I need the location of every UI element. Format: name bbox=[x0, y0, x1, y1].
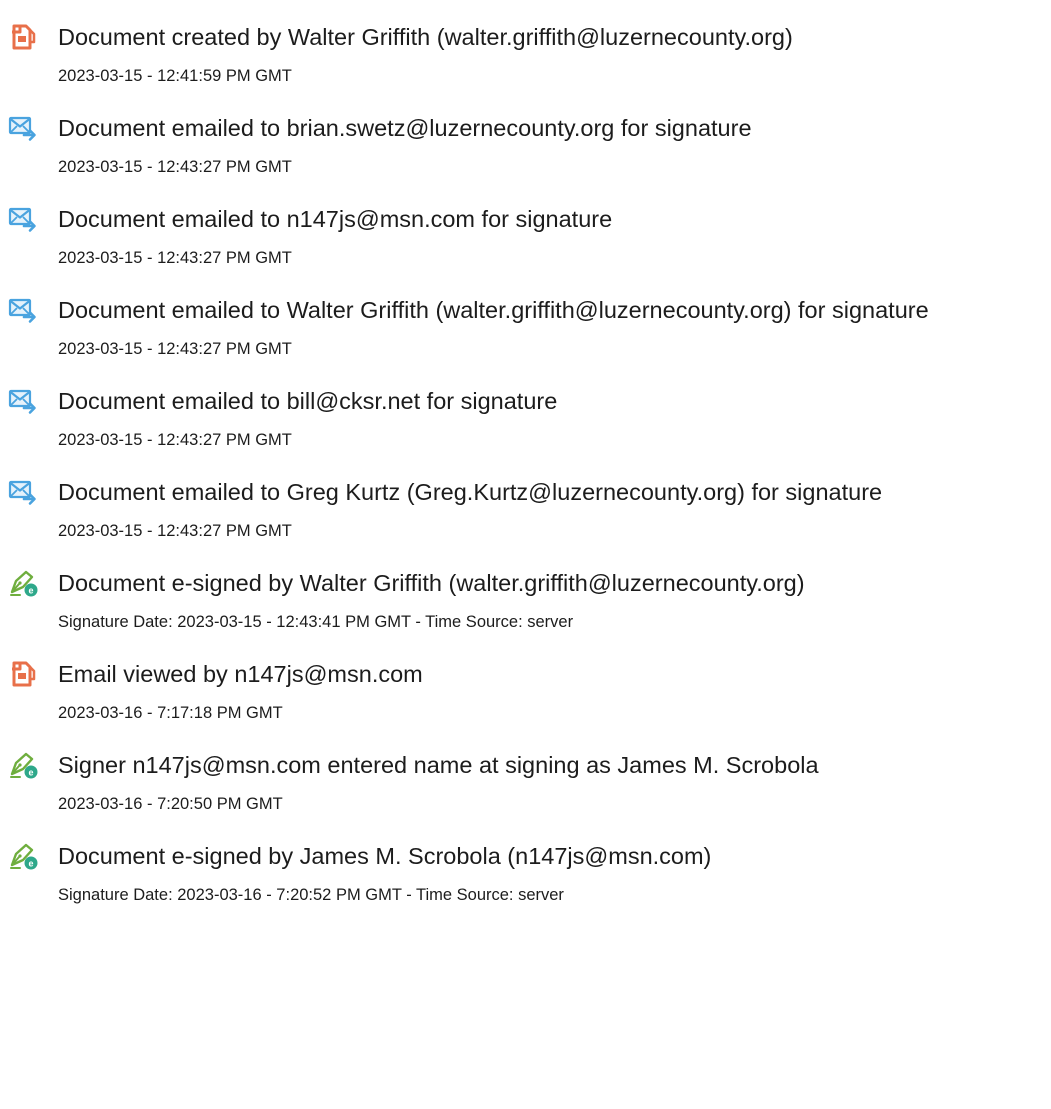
event-title: Document e-signed by James M. Scrobola (… bbox=[58, 843, 712, 869]
event-timestamp: 2023-03-15 - 12:43:27 PM GMT bbox=[58, 249, 292, 267]
audit-event-item: Email viewed by n147js@msn.com 2023-03-16… bbox=[0, 659, 1051, 749]
audit-event-item: Document emailed to bill@cksr.net for si… bbox=[0, 386, 1051, 476]
esign-pen-icon: e bbox=[8, 568, 38, 598]
event-timestamp: 2023-03-15 - 12:43:27 PM GMT bbox=[58, 340, 292, 358]
event-timestamp: 2023-03-15 - 12:43:27 PM GMT bbox=[58, 522, 292, 540]
event-title: Signer n147js@msn.com entered name at si… bbox=[58, 752, 819, 778]
document-icon bbox=[8, 22, 38, 52]
event-timestamp: 2023-03-15 - 12:43:27 PM GMT bbox=[58, 431, 292, 449]
event-timestamp: 2023-03-16 - 7:17:18 PM GMT bbox=[58, 704, 283, 722]
event-timestamp: 2023-03-16 - 7:20:50 PM GMT bbox=[58, 795, 283, 813]
email-forward-icon bbox=[8, 113, 38, 143]
document-icon bbox=[8, 659, 38, 689]
event-title: Email viewed by n147js@msn.com bbox=[58, 661, 423, 687]
event-title: Document emailed to brian.swetz@luzernec… bbox=[58, 115, 752, 141]
event-title: Document emailed to Greg Kurtz (Greg.Kur… bbox=[58, 479, 883, 505]
email-forward-icon bbox=[8, 477, 38, 507]
event-title: Document created by Walter Griffith (wal… bbox=[58, 24, 793, 50]
event-timestamp: 2023-03-15 - 12:41:59 PM GMT bbox=[58, 67, 292, 85]
event-timestamp: 2023-03-15 - 12:43:27 PM GMT bbox=[58, 158, 292, 176]
svg-text:e: e bbox=[28, 768, 33, 778]
event-title: Document emailed to n147js@msn.com for s… bbox=[58, 206, 613, 232]
event-timestamp: Signature Date: 2023-03-16 - 7:20:52 PM … bbox=[58, 886, 564, 904]
audit-event-item: Document created by Walter Griffith (wal… bbox=[0, 22, 1051, 112]
email-forward-icon bbox=[8, 204, 38, 234]
audit-event-item: e Document e-signed by Walter Griffith (… bbox=[0, 568, 1051, 658]
svg-text:e: e bbox=[28, 859, 33, 869]
audit-event-item: Document emailed to brian.swetz@luzernec… bbox=[0, 113, 1051, 203]
svg-text:e: e bbox=[28, 586, 33, 596]
event-title: Document emailed to bill@cksr.net for si… bbox=[58, 388, 558, 414]
audit-event-item: Document emailed to Walter Griffith (wal… bbox=[0, 295, 1051, 385]
email-forward-icon bbox=[8, 386, 38, 416]
event-title: Document emailed to Walter Griffith (wal… bbox=[58, 297, 929, 323]
esign-pen-icon: e bbox=[8, 750, 38, 780]
audit-event-item: e Document e-signed by James M. Scrobola… bbox=[0, 841, 1051, 931]
event-timestamp: Signature Date: 2023-03-15 - 12:43:41 PM… bbox=[58, 613, 574, 631]
email-forward-icon bbox=[8, 295, 38, 325]
esign-pen-icon: e bbox=[8, 841, 38, 871]
audit-event-item: Document emailed to Greg Kurtz (Greg.Kur… bbox=[0, 477, 1051, 567]
event-title: Document e-signed by Walter Griffith (wa… bbox=[58, 570, 805, 596]
audit-event-item: Document emailed to n147js@msn.com for s… bbox=[0, 204, 1051, 294]
audit-event-item: e Signer n147js@msn.com entered name at … bbox=[0, 750, 1051, 840]
